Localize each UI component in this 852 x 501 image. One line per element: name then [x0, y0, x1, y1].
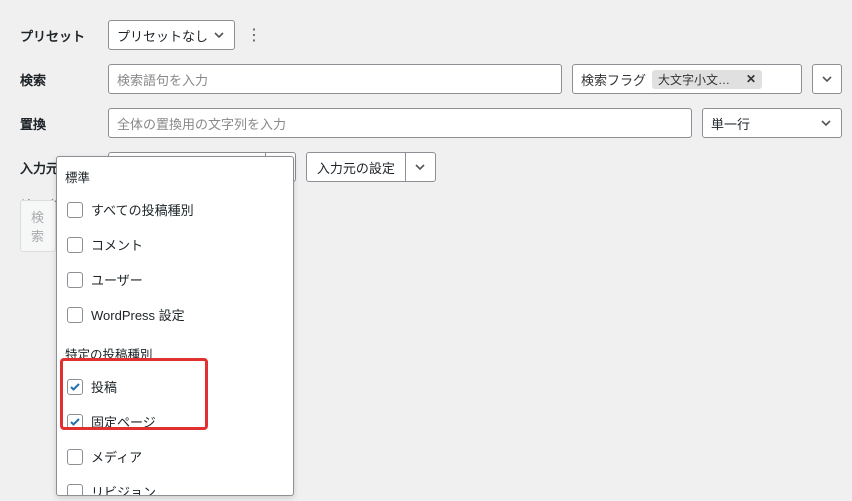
- dropdown-option[interactable]: すべての投稿種別: [65, 192, 285, 227]
- chevron-down-icon: [819, 116, 833, 130]
- dropdown-option[interactable]: リビジョン: [65, 474, 285, 495]
- replace-mode-select[interactable]: 単一行: [702, 108, 842, 138]
- dropdown-option[interactable]: メディア: [65, 439, 285, 474]
- source-settings-dropdown[interactable]: [405, 153, 435, 181]
- label-replace: 置換: [20, 114, 98, 133]
- checkbox-checked-icon[interactable]: [67, 379, 83, 395]
- search-flag-chip: 大文字小文字の... ✕: [652, 70, 762, 89]
- preset-select[interactable]: プリセットなし: [108, 20, 235, 50]
- search-flags-dropdown-toggle[interactable]: [812, 64, 842, 94]
- search-input[interactable]: 検索語句を入力: [108, 64, 562, 94]
- checkbox-icon[interactable]: [67, 237, 83, 253]
- preset-value: プリセットなし: [117, 26, 208, 45]
- row-replace: 置換 全体の置換用の文字列を入力 単一行: [20, 108, 842, 138]
- dropdown-option[interactable]: WordPress 設定: [65, 297, 285, 332]
- source-dropdown-panel: 標準 すべての投稿種別 コメント ユーザー WordPress 設定 特定の投稿…: [56, 156, 294, 496]
- search-flags-box[interactable]: 検索フラグ 大文字小文字の... ✕: [572, 64, 802, 94]
- checkbox-checked-icon[interactable]: [67, 414, 83, 430]
- search-button-disabled: 検索: [20, 200, 56, 252]
- more-vertical-icon[interactable]: ⋮: [245, 25, 263, 45]
- row-search: 検索 検索語句を入力 検索フラグ 大文字小文字の... ✕: [20, 64, 842, 94]
- dropdown-scroll[interactable]: 標準 すべての投稿種別 コメント ユーザー WordPress 設定 特定の投稿…: [57, 157, 293, 495]
- row-preset: プリセット プリセットなし ⋮: [20, 20, 842, 50]
- checkbox-icon[interactable]: [67, 202, 83, 218]
- remove-chip-icon[interactable]: ✕: [744, 72, 758, 86]
- checkbox-icon[interactable]: [67, 484, 83, 496]
- checkbox-icon[interactable]: [67, 307, 83, 323]
- label-preset: プリセット: [20, 26, 98, 45]
- dropdown-group-header: 標準: [65, 163, 285, 192]
- checkbox-icon[interactable]: [67, 272, 83, 288]
- replace-mode-value: 単一行: [711, 114, 750, 133]
- search-flags-label: 検索フラグ: [581, 70, 646, 89]
- checkbox-icon[interactable]: [67, 449, 83, 465]
- label-search: 検索: [20, 70, 98, 89]
- chevron-down-icon: [413, 160, 427, 174]
- chevron-down-icon: [820, 72, 834, 86]
- dropdown-option[interactable]: 投稿: [65, 369, 285, 404]
- dropdown-group-header: 特定の投稿種別: [65, 340, 285, 369]
- dropdown-option[interactable]: ユーザー: [65, 262, 285, 297]
- dropdown-option[interactable]: 固定ページ: [65, 404, 285, 439]
- dropdown-option[interactable]: コメント: [65, 227, 285, 262]
- chevron-down-icon: [212, 28, 226, 42]
- replace-input[interactable]: 全体の置換用の文字列を入力: [108, 108, 692, 138]
- source-settings-button[interactable]: 入力元の設定: [306, 152, 436, 182]
